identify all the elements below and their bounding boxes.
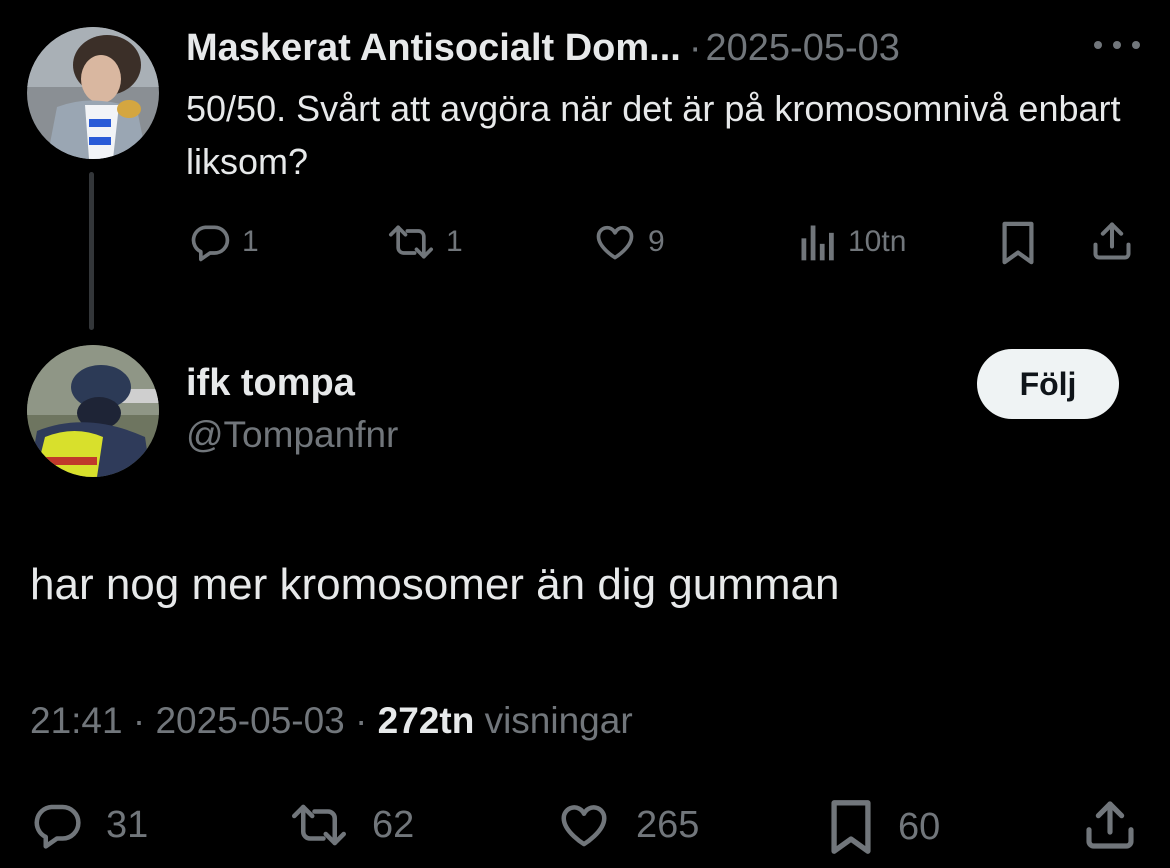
- share-icon: [1086, 801, 1134, 849]
- parent-reply-count: 1: [242, 225, 259, 258]
- parent-tweet-header: Maskerat Antisocialt Dom... · 2025-05-03: [186, 24, 900, 72]
- parent-like-button[interactable]: 9: [592, 220, 665, 264]
- reply-reply-button[interactable]: 31: [30, 798, 148, 852]
- parent-bookmark-button[interactable]: [998, 220, 1038, 266]
- reply-share-button[interactable]: [1082, 796, 1138, 854]
- follow-button[interactable]: Följ: [977, 349, 1119, 419]
- thread-connector-line: [89, 172, 94, 330]
- retweet-icon: [389, 225, 433, 259]
- reply-tweet-date[interactable]: 2025-05-03: [155, 700, 344, 741]
- parent-retweet-count: 1: [446, 225, 463, 258]
- more-icon[interactable]: [1094, 30, 1140, 60]
- reply-bookmark-count: 60: [898, 805, 941, 848]
- parent-tweet-date[interactable]: 2025-05-03: [706, 27, 900, 70]
- parent-author-name[interactable]: Maskerat Antisocialt Dom...: [186, 27, 681, 70]
- reply-bookmark-button[interactable]: 60: [826, 798, 940, 856]
- reply-author-name[interactable]: ifk tompa: [186, 362, 355, 405]
- parent-like-count: 9: [648, 225, 665, 258]
- share-icon: [1093, 222, 1131, 260]
- parent-tweet-text: 50/50. Svårt att avgöra när det är på kr…: [186, 88, 1121, 182]
- bookmark-icon: [831, 800, 871, 854]
- reply-author-handle[interactable]: @Tompanfnr: [186, 414, 398, 456]
- parent-reply-button[interactable]: 1: [188, 220, 259, 264]
- meta-separator: ·: [344, 700, 378, 741]
- reply-like-button[interactable]: 265: [554, 798, 699, 852]
- reply-retweet-count: 62: [372, 803, 415, 846]
- like-icon: [596, 225, 634, 260]
- reply-icon: [191, 225, 230, 262]
- views-icon: [801, 225, 834, 261]
- parent-views-count: 10tn: [848, 225, 907, 258]
- reply-reply-count: 31: [106, 803, 149, 846]
- parent-views-button[interactable]: 10tn: [798, 220, 906, 264]
- reply-retweet-button[interactable]: 62: [288, 798, 414, 852]
- header-separator: ·: [688, 26, 702, 69]
- reply-author-avatar[interactable]: [27, 345, 159, 477]
- reply-icon: [34, 804, 81, 849]
- reply-tweet-time[interactable]: 21:41: [30, 700, 123, 741]
- reply-like-count: 265: [636, 803, 700, 846]
- parent-author-avatar[interactable]: [27, 27, 159, 159]
- reply-views-count: 272tn: [377, 700, 475, 741]
- meta-separator: ·: [122, 700, 156, 741]
- like-icon: [561, 805, 607, 847]
- reply-views-label: visningar: [474, 700, 633, 741]
- reply-tweet-text: har nog mer kromosomer än dig gumman: [30, 560, 840, 609]
- retweet-icon: [292, 804, 346, 846]
- bookmark-icon: [1002, 221, 1034, 265]
- parent-share-button[interactable]: [1090, 218, 1134, 264]
- parent-retweet-button[interactable]: 1: [386, 220, 463, 264]
- reply-tweet-meta: 21:41 · 2025-05-03 · 272tn visningar: [30, 700, 633, 742]
